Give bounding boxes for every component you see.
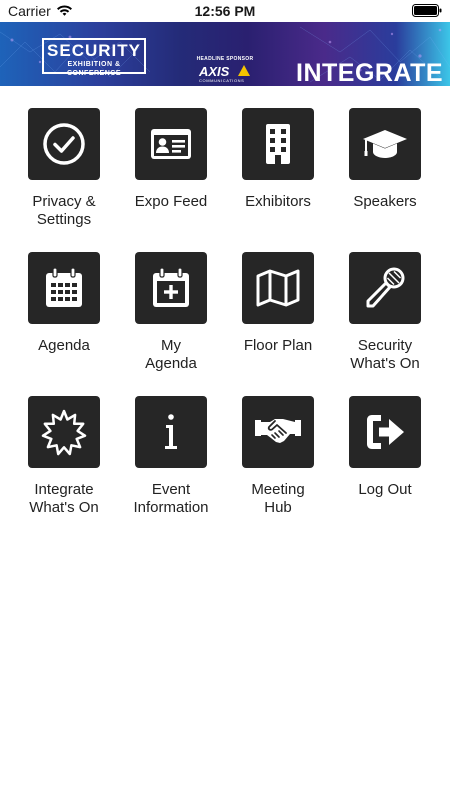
building-icon [266, 124, 290, 164]
menu-item-label-line1: Speakers [353, 193, 417, 210]
menu-item-label-line1: Integrate [34, 481, 94, 498]
sign-out-icon [367, 415, 404, 449]
starburst-icon [41, 409, 87, 456]
check-circle-icon [43, 123, 85, 165]
menu-item-integrate-whats-on[interactable]: Integrate What's On [12, 396, 116, 517]
handshake-icon [255, 419, 301, 443]
info-icon [165, 414, 177, 449]
status-bar: Carrier 12:56 PM [0, 0, 450, 22]
headline-sponsor-label: HEADLINE SPONSOR [196, 56, 254, 62]
id-card-icon [151, 129, 191, 159]
security-logo-title: SECURITY [47, 41, 141, 60]
menu-item-label-line2: Hub [264, 499, 292, 516]
menu-item-label-line2: Agenda [145, 355, 197, 372]
security-logo-subtitle: EXHIBITION & CONFERENCE [66, 61, 121, 77]
calendar-icon [46, 267, 82, 307]
graduation-cap-icon [363, 130, 407, 158]
menu-item-label-line1: Privacy & [32, 193, 96, 210]
axis-logo: AXIS [199, 64, 230, 79]
menu-item-label-line2: Settings [36, 211, 92, 228]
menu-item-privacy-settings[interactable]: Privacy & Settings [12, 108, 116, 229]
menu-item-my-agenda[interactable]: My Agenda [119, 252, 223, 373]
menu-item-label-line1: Event [151, 481, 191, 498]
menu-item-security-whats-on[interactable]: Security What's On [333, 252, 437, 373]
axis-triangle-icon [238, 65, 250, 76]
menu-item-exhibitors[interactable]: Exhibitors [226, 108, 330, 211]
security-logo: SECURITY EXHIBITION & CONFERENCE [42, 38, 146, 77]
menu-item-label-line2: What's On [350, 355, 420, 372]
menu-item-label-line1: Agenda [38, 337, 90, 354]
menu-item-label-line1: Meeting [251, 481, 305, 498]
integrate-logo: INTEGRATE [296, 59, 444, 86]
menu-item-label-line2: Information [133, 499, 209, 516]
menu-item-event-information[interactable]: Event Information [119, 396, 223, 517]
event-banner[interactable]: SECURITY EXHIBITION & CONFERENCE HEADLIN… [0, 22, 450, 86]
menu-item-floor-plan[interactable]: Floor Plan [226, 252, 330, 355]
menu-item-label-line1: Expo Feed [134, 193, 208, 210]
menu-item-label-line1: Log Out [358, 481, 412, 498]
axis-communications-label: COMMUNICATIONS [199, 78, 245, 83]
menu-item-label-line1: Security [357, 337, 413, 354]
menu-item-log-out[interactable]: Log Out [333, 396, 437, 499]
microphone-icon [366, 267, 405, 308]
calendar-plus-icon [153, 267, 189, 307]
menu-item-agenda[interactable]: Agenda [12, 252, 116, 355]
menu-item-speakers[interactable]: Speakers [333, 108, 437, 211]
map-icon [256, 269, 300, 307]
menu-item-label-line2: What's On [29, 499, 99, 516]
menu-item-label-line1: Floor Plan [243, 337, 313, 354]
battery-icon [412, 4, 442, 17]
menu-item-expo-feed[interactable]: Expo Feed [119, 108, 223, 211]
menu-item-meeting-hub[interactable]: Meeting Hub [226, 396, 330, 517]
menu-item-label-line1: My [161, 337, 181, 354]
clock: 12:56 PM [194, 3, 256, 19]
menu-item-label-line1: Exhibitors [245, 193, 311, 210]
